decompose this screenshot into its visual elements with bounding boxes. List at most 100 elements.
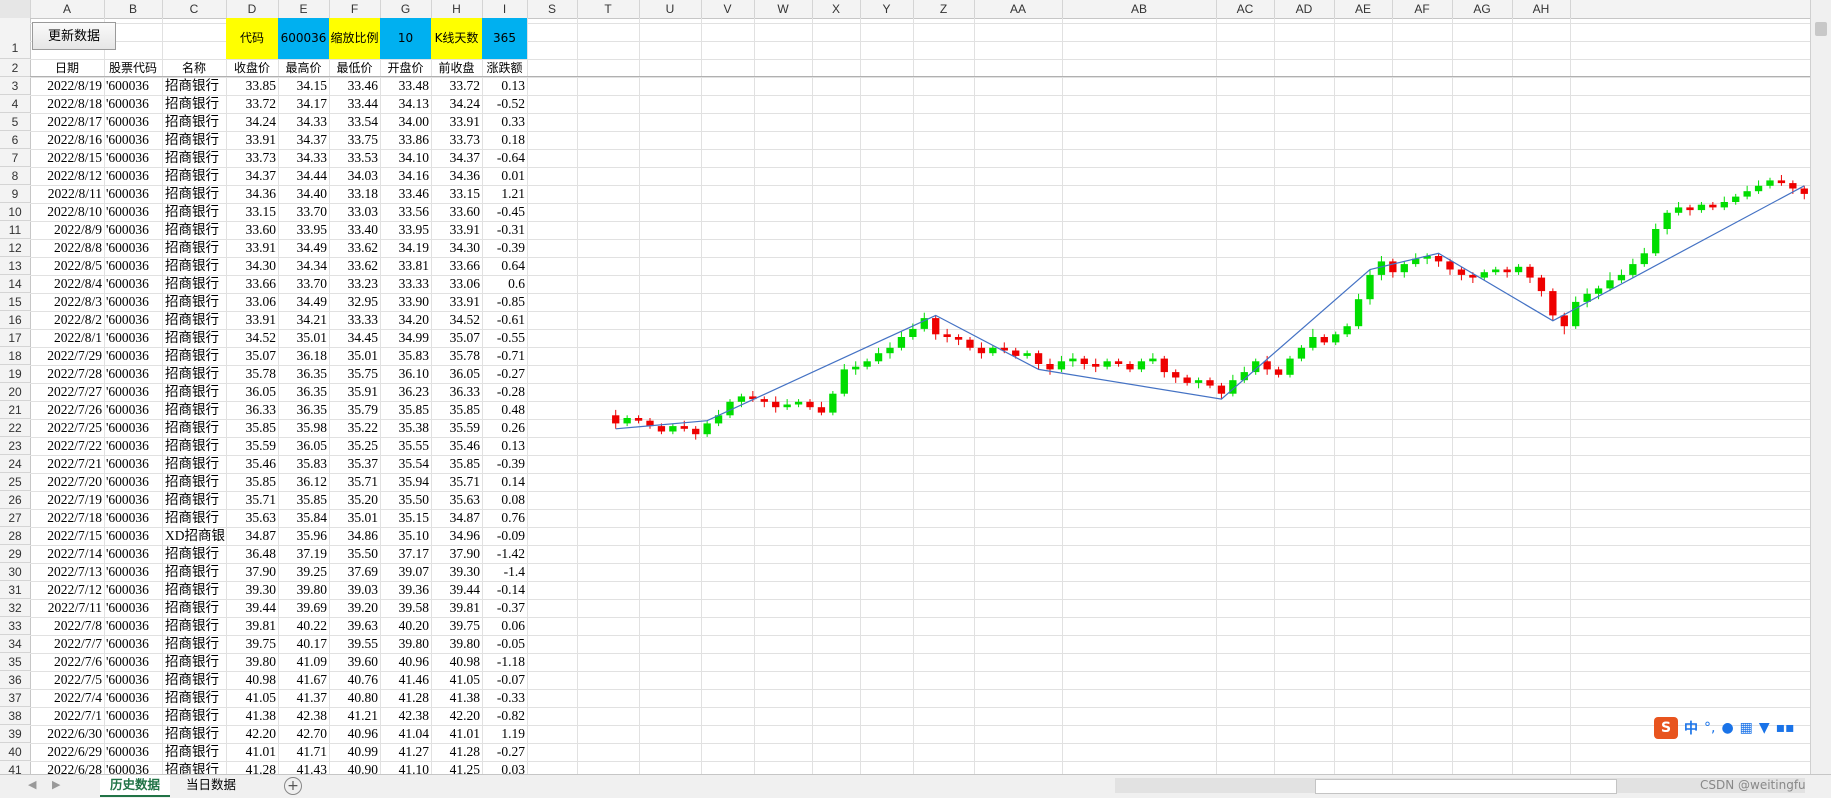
- table-cell[interactable]: 33.86: [380, 131, 431, 149]
- horizontal-scroll-thumb[interactable]: [1315, 779, 1617, 794]
- table-cell[interactable]: 39.80: [380, 635, 431, 653]
- row-header[interactable]: 6: [0, 131, 30, 149]
- table-cell[interactable]: 42.70: [278, 725, 329, 743]
- row-header[interactable]: 1: [0, 18, 30, 59]
- table-cell[interactable]: 35.01: [329, 509, 380, 527]
- col-header-aa[interactable]: AA: [974, 0, 1063, 18]
- table-cell[interactable]: 33.62: [329, 257, 380, 275]
- table-cell[interactable]: 34.37: [431, 149, 482, 167]
- chinese-mode-icon[interactable]: 中: [1684, 718, 1698, 738]
- table-cell[interactable]: 0.13: [482, 437, 527, 455]
- table-cell[interactable]: 2022/8/5: [30, 257, 104, 275]
- table-cell[interactable]: '600036: [104, 437, 162, 455]
- table-cell[interactable]: 招商银行: [162, 275, 226, 293]
- col-header-e[interactable]: E: [278, 0, 330, 18]
- table-cell[interactable]: 36.33: [226, 401, 278, 419]
- table-cell[interactable]: 0.13: [482, 77, 527, 95]
- table-cell[interactable]: 36.35: [278, 365, 329, 383]
- table-cell[interactable]: 35.91: [329, 383, 380, 401]
- table-cell[interactable]: 35.07: [226, 347, 278, 365]
- table-cell[interactable]: 2022/8/4: [30, 275, 104, 293]
- table-cell[interactable]: -0.33: [482, 689, 527, 707]
- scroll-tabs-left-icon[interactable]: ◀: [28, 778, 36, 791]
- table-cell[interactable]: 40.76: [329, 671, 380, 689]
- table-cell[interactable]: -0.61: [482, 311, 527, 329]
- table-cell[interactable]: 35.85: [278, 491, 329, 509]
- table-cell[interactable]: 招商银行: [162, 365, 226, 383]
- table-cell[interactable]: 34.87: [431, 509, 482, 527]
- table-cell[interactable]: 35.83: [380, 347, 431, 365]
- row-header[interactable]: 5: [0, 113, 30, 131]
- table-cell[interactable]: 招商银行: [162, 239, 226, 257]
- table-cell[interactable]: '600036: [104, 419, 162, 437]
- table-cell[interactable]: 40.17: [278, 635, 329, 653]
- table-cell[interactable]: 35.07: [431, 329, 482, 347]
- row-header[interactable]: 38: [0, 707, 30, 725]
- table-cell[interactable]: 招商银行: [162, 455, 226, 473]
- row-header[interactable]: 12: [0, 239, 30, 257]
- table-cell[interactable]: 36.23: [380, 383, 431, 401]
- table-cell[interactable]: 35.59: [226, 437, 278, 455]
- table-cell[interactable]: 40.22: [278, 617, 329, 635]
- table-cell[interactable]: 34.99: [380, 329, 431, 347]
- table-cell[interactable]: 2022/8/12: [30, 167, 104, 185]
- row-header[interactable]: 23: [0, 437, 30, 455]
- table-cell[interactable]: 34.24: [431, 95, 482, 113]
- table-cell[interactable]: 招商银行: [162, 347, 226, 365]
- col-header-d[interactable]: D: [226, 0, 279, 18]
- table-cell[interactable]: 36.48: [226, 545, 278, 563]
- row-header[interactable]: 36: [0, 671, 30, 689]
- table-cell[interactable]: 招商银行: [162, 617, 226, 635]
- table-cell[interactable]: 35.85: [431, 401, 482, 419]
- table-cell[interactable]: '600036: [104, 653, 162, 671]
- scroll-tabs-right-icon[interactable]: ▶: [52, 778, 60, 791]
- row-header[interactable]: 30: [0, 563, 30, 581]
- table-cell[interactable]: 招商银行: [162, 113, 226, 131]
- col-header-i[interactable]: I: [482, 0, 528, 18]
- table-cell[interactable]: 35.85: [431, 455, 482, 473]
- table-cell[interactable]: 41.01: [226, 743, 278, 761]
- table-cell[interactable]: -0.39: [482, 239, 527, 257]
- table-cell[interactable]: 41.37: [278, 689, 329, 707]
- table-cell[interactable]: 39.58: [380, 599, 431, 617]
- col-header-y[interactable]: Y: [860, 0, 914, 18]
- table-cell[interactable]: 33.06: [431, 275, 482, 293]
- table-cell[interactable]: 33.75: [329, 131, 380, 149]
- table-cell[interactable]: 33.91: [431, 221, 482, 239]
- table-cell[interactable]: 39.80: [226, 653, 278, 671]
- table-cell[interactable]: 33.81: [380, 257, 431, 275]
- table-cell[interactable]: 41.71: [278, 743, 329, 761]
- table-cell[interactable]: 招商银行: [162, 473, 226, 491]
- table-cell[interactable]: '600036: [104, 221, 162, 239]
- table-cell[interactable]: 36.18: [278, 347, 329, 365]
- table-cell[interactable]: 37.17: [380, 545, 431, 563]
- table-cell[interactable]: 41.67: [278, 671, 329, 689]
- table-cell[interactable]: 33.91: [431, 293, 482, 311]
- table-cell[interactable]: 34.03: [329, 167, 380, 185]
- table-cell[interactable]: 1.19: [482, 725, 527, 743]
- add-sheet-icon[interactable]: +: [284, 777, 302, 795]
- table-cell[interactable]: 39.30: [226, 581, 278, 599]
- table-cell[interactable]: 招商银行: [162, 545, 226, 563]
- vertical-scroll-thumb[interactable]: [1815, 22, 1827, 36]
- table-cell[interactable]: 0.48: [482, 401, 527, 419]
- table-cell[interactable]: 35.63: [226, 509, 278, 527]
- table-cell[interactable]: 41.21: [329, 707, 380, 725]
- table-cell[interactable]: 0.33: [482, 113, 527, 131]
- table-cell[interactable]: '600036: [104, 275, 162, 293]
- row-header[interactable]: 31: [0, 581, 30, 599]
- table-cell[interactable]: 33.33: [329, 311, 380, 329]
- table-cell[interactable]: 40.96: [380, 653, 431, 671]
- table-cell[interactable]: 33.95: [380, 221, 431, 239]
- table-cell[interactable]: 2022/7/6: [30, 653, 104, 671]
- table-cell[interactable]: 招商银行: [162, 743, 226, 761]
- table-cell[interactable]: 34.30: [226, 257, 278, 275]
- table-cell[interactable]: 0.08: [482, 491, 527, 509]
- table-cell[interactable]: 36.35: [278, 383, 329, 401]
- table-cell[interactable]: 40.20: [380, 617, 431, 635]
- table-cell[interactable]: 39.81: [431, 599, 482, 617]
- table-cell[interactable]: 33.54: [329, 113, 380, 131]
- row-header[interactable]: 7: [0, 149, 30, 167]
- row-header[interactable]: 2: [0, 59, 30, 77]
- table-cell[interactable]: 33.15: [431, 185, 482, 203]
